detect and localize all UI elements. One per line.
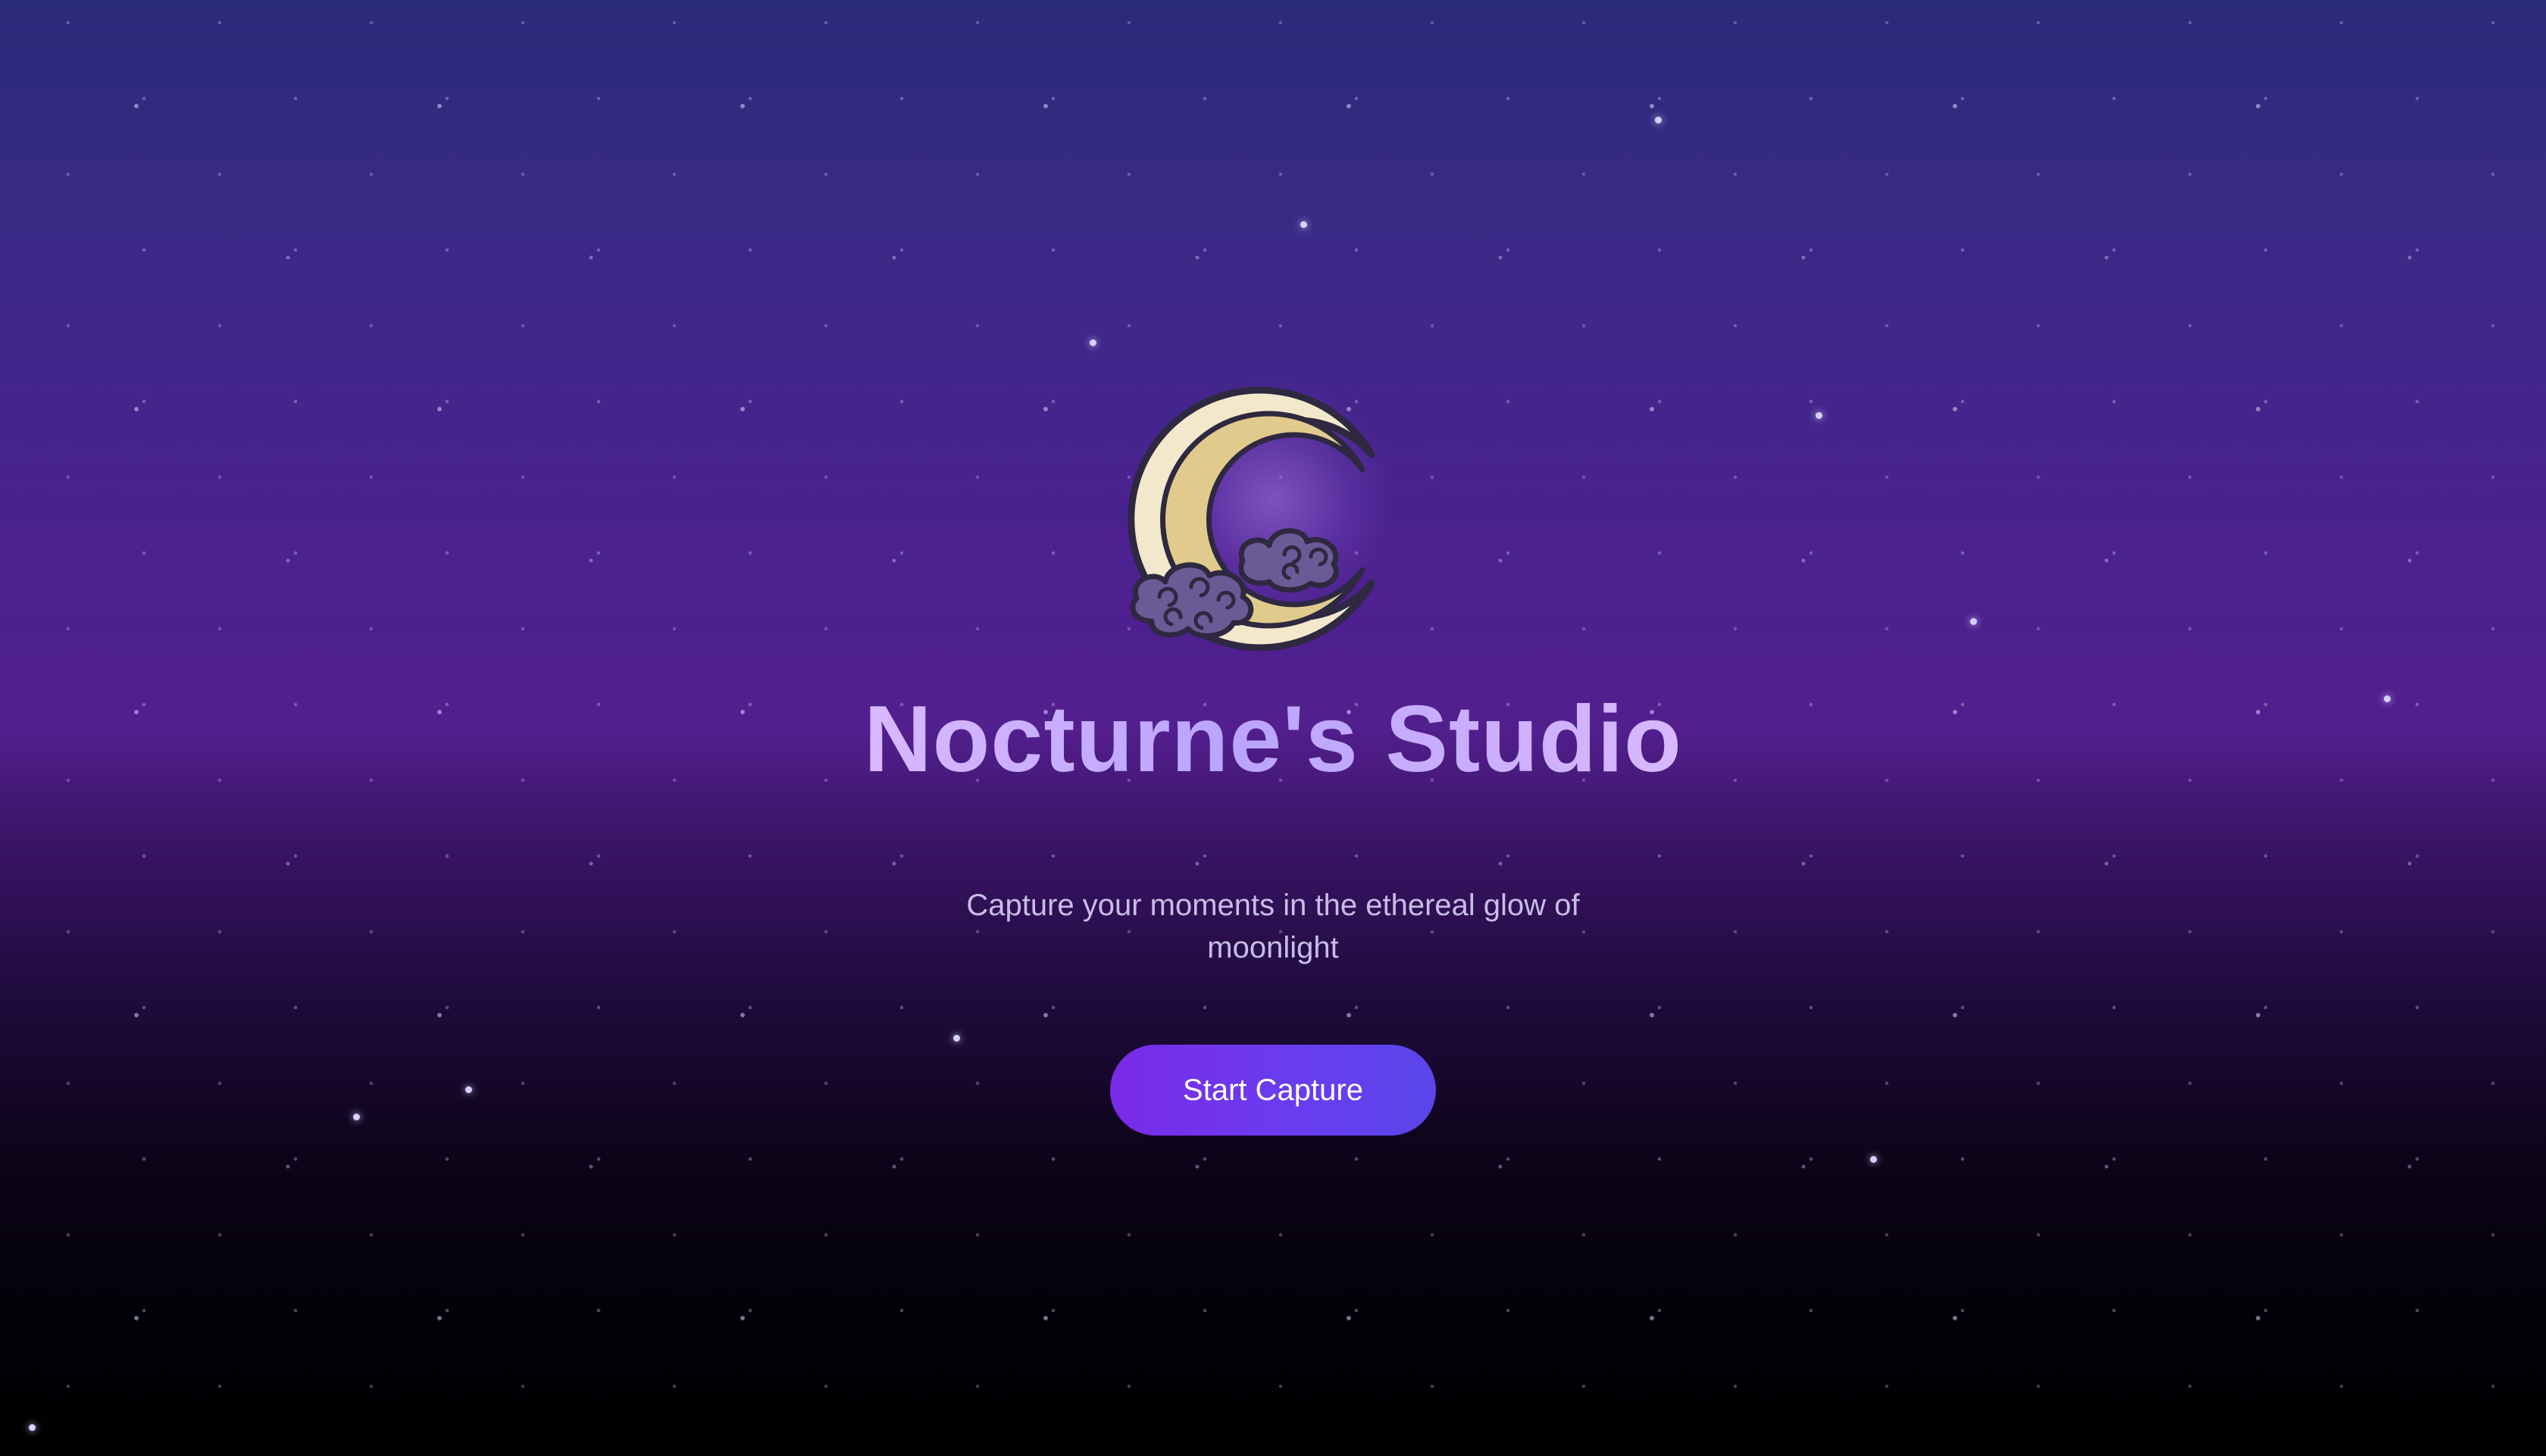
tagline: Capture your moments in the ethereal glo… bbox=[966, 889, 1580, 965]
crescent-moon-with-clouds-icon bbox=[1128, 386, 1375, 651]
twinkle-star bbox=[29, 1424, 36, 1431]
page-title: Nocturne's Studio bbox=[864, 687, 1682, 792]
twinkle-star bbox=[1090, 339, 1096, 346]
moon-logo bbox=[1121, 356, 1425, 659]
cloud-right bbox=[1238, 528, 1339, 593]
start-capture-button[interactable]: Start Capture bbox=[1110, 1045, 1436, 1136]
cloud-left bbox=[1130, 562, 1254, 639]
twinkle-star bbox=[1870, 1156, 1877, 1163]
twinkle-star bbox=[1300, 221, 1307, 228]
hero-section: Nocturne's Studio Capture your moments i… bbox=[0, 356, 2546, 1136]
twinkle-star bbox=[1655, 117, 1662, 123]
